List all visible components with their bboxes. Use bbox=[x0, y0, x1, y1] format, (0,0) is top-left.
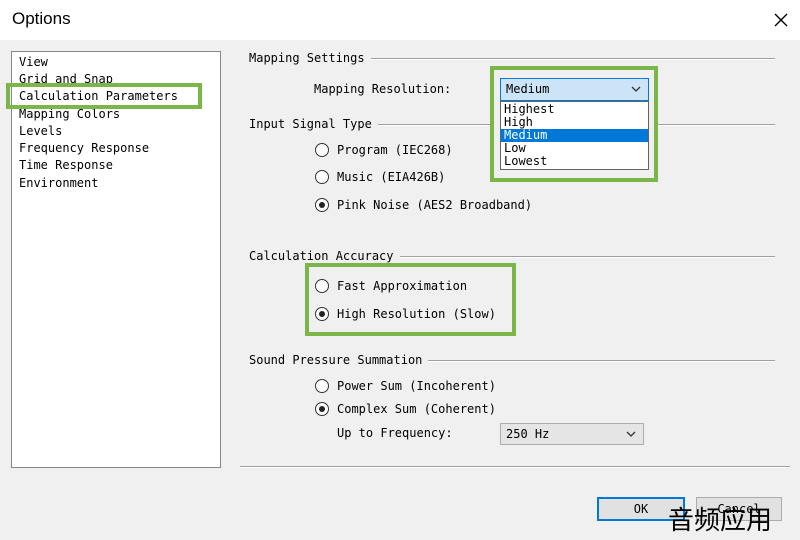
mapping-resolution-select[interactable]: Medium bbox=[500, 78, 649, 101]
radio-label-pink-noise: Pink Noise (AES2 Broadband) bbox=[337, 198, 533, 212]
highlight-box-accuracy bbox=[305, 263, 516, 336]
radio-button[interactable] bbox=[315, 279, 329, 293]
frequency-select[interactable]: 250 Hz bbox=[500, 423, 644, 445]
list-item-frequency-response[interactable]: Frequency Response bbox=[19, 140, 149, 156]
list-item-view[interactable]: View bbox=[19, 54, 48, 70]
close-icon[interactable] bbox=[770, 9, 792, 31]
radio-label-fast-approximation: Fast Approximation bbox=[337, 279, 468, 293]
group-line-input-right bbox=[658, 124, 775, 126]
radio-label-power-sum: Power Sum (Incoherent) bbox=[337, 379, 496, 393]
radio-label-complex-sum: Complex Sum (Coherent) bbox=[337, 402, 496, 416]
mapping-resolution-value: Medium bbox=[506, 82, 550, 96]
list-item-calculation-parameters[interactable]: Calculation Parameters bbox=[19, 88, 178, 104]
radio-button[interactable] bbox=[315, 143, 329, 157]
frequency-label: Up to Frequency: bbox=[337, 426, 453, 440]
group-heading-input-signal-type: Input Signal Type bbox=[249, 117, 378, 131]
radio-label-music: Music (EIA426B) bbox=[337, 170, 446, 184]
dropdown-option-lowest[interactable]: Lowest bbox=[501, 155, 648, 168]
radio-label-high-resolution: High Resolution (Slow) bbox=[337, 307, 496, 321]
window-title: Options bbox=[12, 9, 71, 28]
radio-button[interactable] bbox=[315, 379, 329, 393]
list-item-time-response[interactable]: Time Response bbox=[19, 157, 113, 173]
frequency-value: 250 Hz bbox=[506, 427, 550, 441]
list-item-grid-and-snap[interactable]: Grid and Snap bbox=[19, 71, 113, 87]
radio-button-checked[interactable] bbox=[315, 402, 329, 416]
group-heading-sound-pressure-summation: Sound Pressure Summation bbox=[249, 353, 429, 367]
group-heading-calculation-accuracy: Calculation Accuracy bbox=[249, 249, 400, 263]
radio-label-program: Program (IEC268) bbox=[337, 143, 453, 157]
watermark: 音频应用 bbox=[668, 506, 773, 536]
radio-button[interactable] bbox=[315, 170, 329, 184]
list-item-mapping-colors[interactable]: Mapping Colors bbox=[19, 106, 120, 122]
radio-button-checked[interactable] bbox=[315, 198, 329, 212]
radio-button-checked[interactable] bbox=[315, 307, 329, 321]
list-item-environment[interactable]: Environment bbox=[19, 175, 98, 191]
mapping-resolution-dropdown[interactable]: Highest High Medium Low Lowest bbox=[500, 101, 649, 170]
group-heading-mapping-settings: Mapping Settings bbox=[249, 51, 371, 65]
footer-divider bbox=[240, 466, 790, 468]
chevron-down-icon bbox=[626, 431, 636, 437]
list-item-levels[interactable]: Levels bbox=[19, 123, 62, 139]
chevron-down-icon bbox=[631, 86, 641, 92]
mapping-resolution-label: Mapping Resolution: bbox=[314, 82, 452, 96]
title-bar: Options bbox=[0, 0, 800, 40]
category-list[interactable]: View Grid and Snap Calculation Parameter… bbox=[11, 51, 221, 468]
